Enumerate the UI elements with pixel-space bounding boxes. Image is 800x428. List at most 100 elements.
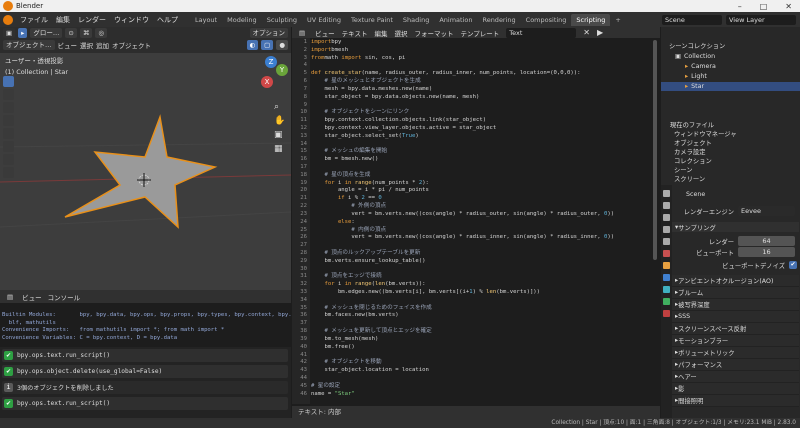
code-line[interactable]: angle = i * pi / num_points: [311, 187, 651, 195]
code-line[interactable]: for i in range(num_points * 2):: [311, 180, 651, 188]
code-line[interactable]: name = "Star": [311, 391, 651, 399]
console-editor-icon[interactable]: ▤: [4, 291, 17, 302]
output-tab-icon[interactable]: [663, 214, 670, 221]
filter-row[interactable]: カメラ設定: [662, 147, 800, 156]
code-line[interactable]: # 星のメッシュとオブジェクトを生成: [311, 78, 651, 86]
gizmo-y-icon[interactable]: Y: [276, 64, 288, 76]
code-line[interactable]: # メッシュの編集を開始: [311, 148, 651, 156]
outliner-item[interactable]: ▣ Collection: [661, 52, 800, 61]
shading-solid-icon[interactable]: ●: [276, 40, 288, 50]
code-line[interactable]: # 外側の頂点: [311, 203, 651, 211]
tab-sculpting[interactable]: Sculpting: [262, 14, 302, 26]
outliner-item[interactable]: ▸ Camera: [661, 62, 800, 71]
modifier-tab-icon[interactable]: [663, 274, 670, 281]
outliner-item[interactable]: ▸ Light: [661, 72, 800, 81]
gizmo-z-icon[interactable]: Z: [265, 56, 277, 68]
scene-tab-icon[interactable]: [663, 238, 670, 245]
menu-select[interactable]: 選択: [80, 40, 93, 50]
menu-file[interactable]: ファイル: [16, 15, 52, 25]
menu-edit[interactable]: 編集: [52, 15, 74, 25]
mode-dropdown[interactable]: オブジェクト…: [3, 40, 55, 50]
panel-header[interactable]: ▸ ブルーム: [672, 287, 799, 299]
info-row[interactable]: ✔ bpy.ops.object.delete(use_global=False): [2, 365, 288, 378]
material-tab-icon[interactable]: [663, 310, 670, 317]
tab-rendering[interactable]: Rendering: [477, 14, 520, 26]
menu-window[interactable]: ウィンドウ: [110, 15, 153, 25]
sampling-panel-header[interactable]: ▾ サンプリング: [672, 222, 799, 232]
code-line[interactable]: bm = bmesh.new(): [311, 156, 651, 164]
code-line[interactable]: [311, 242, 651, 250]
annotate-tool-icon[interactable]: [3, 154, 14, 165]
text-datablock-selector[interactable]: Text: [506, 27, 577, 38]
select-tool-icon[interactable]: [3, 76, 14, 87]
panel-header[interactable]: ▸ SSS: [672, 311, 799, 323]
editor-menu-templates[interactable]: テンプレート: [460, 28, 499, 38]
editor-menu-select[interactable]: 選択: [394, 28, 407, 38]
code-line[interactable]: star_object.select_set(True): [311, 133, 651, 141]
filter-row[interactable]: コレクション: [662, 156, 800, 165]
panel-header[interactable]: ▸ 影: [672, 383, 799, 395]
code-line[interactable]: bm.to_mesh(mesh): [311, 336, 651, 344]
tab-texture-paint[interactable]: Texture Paint: [346, 14, 398, 26]
code-line[interactable]: [311, 164, 651, 172]
tab-scripting[interactable]: Scripting: [571, 13, 611, 26]
scale-tool-icon[interactable]: [3, 128, 14, 139]
code-line[interactable]: bm.edges.new((bm.verts[i], bm.verts[(i+1…: [311, 289, 651, 297]
code-line[interactable]: star_object = bpy.data.objects.new(name,…: [311, 94, 651, 102]
editor-menu-edit[interactable]: 編集: [374, 28, 387, 38]
view-layer-selector[interactable]: View Layer: [726, 14, 796, 25]
code-line[interactable]: importbpy: [311, 39, 651, 47]
menu-add[interactable]: 追加: [96, 40, 109, 50]
panel-header[interactable]: ▸ 被写界深度: [672, 299, 799, 311]
code-line[interactable]: # 内側の頂点: [311, 227, 651, 235]
text-editor-icon[interactable]: ▤: [296, 27, 309, 38]
code-line[interactable]: bm.free(): [311, 344, 651, 352]
perspective-grid-icon[interactable]: ▦: [274, 142, 284, 156]
code-line[interactable]: [311, 62, 651, 70]
proportional-icon[interactable]: ◎: [95, 28, 108, 38]
filter-row[interactable]: ウィンドウマネージャ: [662, 129, 800, 138]
editor-type-icon[interactable]: ▣: [3, 28, 16, 38]
editor-menu-format[interactable]: フォーマット: [414, 28, 453, 38]
code-line[interactable]: vert = bm.verts.new((cos(angle) * radius…: [311, 211, 651, 219]
navigation-gizmo[interactable]: Z Y X: [254, 56, 288, 90]
menu-object[interactable]: オブジェクト: [112, 40, 151, 50]
info-row[interactable]: ✔ bpy.ops.text.run_script(): [2, 397, 288, 410]
object-tab-icon[interactable]: [663, 262, 670, 269]
tab-animation[interactable]: Animation: [434, 14, 477, 26]
info-row[interactable]: i 3個のオブジェクトを削除しました: [2, 381, 288, 394]
code-line[interactable]: def create_star(name, radius_outer, radi…: [311, 70, 651, 78]
code-line[interactable]: bm.verts.ensure_lookup_table(): [311, 258, 651, 266]
particles-tab-icon[interactable]: [663, 286, 670, 293]
camera-view-icon[interactable]: ▣: [274, 128, 284, 142]
panel-header[interactable]: ▸ パフォーマンス: [672, 359, 799, 371]
viewport-samples-field[interactable]: 16: [738, 247, 795, 257]
console-menu-console[interactable]: コンソール: [48, 292, 81, 302]
rotate-tool-icon[interactable]: [3, 115, 14, 126]
editor-scrollbar[interactable]: [653, 40, 657, 260]
code-line[interactable]: frommath import sin, cos, pi: [311, 55, 651, 63]
denoise-checkbox[interactable]: ✔: [789, 261, 797, 269]
code-line[interactable]: bpy.context.view_layer.objects.active = …: [311, 125, 651, 133]
filter-row[interactable]: オブジェクト: [662, 138, 800, 147]
measure-tool-icon[interactable]: [3, 167, 14, 178]
cursor-tool-icon[interactable]: [3, 89, 14, 100]
view-layer-tab-icon[interactable]: [663, 226, 670, 233]
data-tab-icon[interactable]: [663, 298, 670, 305]
gizmo-x-icon[interactable]: X: [261, 76, 273, 88]
outliner-item-selected[interactable]: ▸ Star: [661, 82, 800, 91]
code-line[interactable]: # メッシュを閉じるためのフェイスを作成: [311, 305, 651, 313]
code-line[interactable]: # メッシュを更新して頂点とエッジを確定: [311, 328, 651, 336]
move-tool-icon[interactable]: [3, 102, 14, 113]
panel-header[interactable]: ▸ スクリーンスペース反射: [672, 323, 799, 335]
tab-modeling[interactable]: Modeling: [222, 14, 262, 26]
render-engine-dropdown[interactable]: Eevee: [738, 206, 795, 216]
tab-compositing[interactable]: Compositing: [521, 14, 572, 26]
world-tab-icon[interactable]: [663, 250, 670, 257]
tab-layout[interactable]: Layout: [190, 14, 222, 26]
code-line[interactable]: for i in range(len(bm.verts)):: [311, 281, 651, 289]
code-area[interactable]: importbpy importbmesh frommath import sin,…: [311, 38, 651, 404]
close-text-icon[interactable]: ✕: [583, 28, 590, 37]
run-script-icon[interactable]: ▶: [597, 28, 603, 37]
editor-menu-view[interactable]: ビュー: [315, 28, 335, 38]
